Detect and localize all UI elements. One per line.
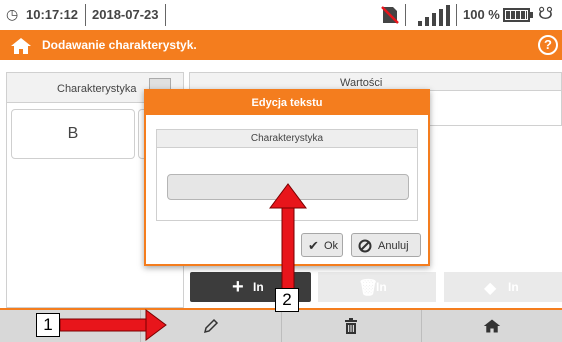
- title-bar: Dodawanie charakterystyk. ?: [0, 30, 562, 60]
- delete-in-button[interactable]: 🗑 In: [318, 272, 436, 302]
- values-title: Wartości: [340, 77, 383, 89]
- toolbar-delete-button[interactable]: [282, 310, 423, 342]
- clear-in-label: In: [508, 280, 519, 294]
- characteristic-item[interactable]: B: [11, 109, 135, 159]
- signal-icon: [418, 4, 450, 26]
- plug-icon: ☋: [538, 4, 554, 23]
- status-divider: [165, 4, 166, 26]
- status-divider: [456, 4, 457, 26]
- status-date: 2018-07-23: [92, 7, 159, 22]
- ok-button[interactable]: ✔ Ok: [301, 233, 343, 257]
- annotation-step-1: 1: [36, 313, 60, 337]
- cancel-icon: [358, 239, 372, 253]
- check-icon: ✔: [308, 238, 319, 253]
- delete-in-label: In: [376, 280, 387, 294]
- no-sim-icon: [381, 6, 399, 24]
- status-bar: ◷ 10:17:12 2018-07-23 100 % ☋: [0, 0, 562, 30]
- annotation-step-2: 2: [275, 288, 299, 312]
- status-time: 10:17:12: [26, 7, 79, 22]
- cancel-button[interactable]: Anuluj: [351, 233, 421, 257]
- dialog-field-group: Charakterystyka: [156, 129, 418, 221]
- toolbar-edit-button[interactable]: [141, 310, 282, 342]
- delete-icon: [345, 318, 358, 334]
- add-in-label: In: [253, 280, 264, 294]
- edit-icon: [203, 318, 218, 334]
- status-divider: [85, 4, 86, 26]
- page-title: Dodawanie charakterystyk.: [42, 38, 197, 52]
- toolbar-home-button[interactable]: [422, 310, 562, 342]
- clock-icon: ◷: [6, 6, 19, 22]
- toolbar-add-button[interactable]: +: [0, 310, 141, 342]
- dialog-field-label: Charakterystyka: [157, 130, 417, 148]
- characteristic-input[interactable]: [167, 174, 409, 200]
- status-divider: [405, 4, 406, 26]
- dialog-title: Edycja tekstu: [146, 91, 428, 115]
- battery-level: 100 %: [463, 7, 500, 22]
- home-icon[interactable]: [10, 37, 32, 55]
- edit-text-dialog: Edycja tekstu Charakterystyka ✔ Ok Anulu…: [144, 89, 430, 266]
- add-icon: +: [64, 314, 76, 337]
- eraser-icon: ◆: [484, 280, 497, 297]
- cancel-label: Anuluj: [378, 240, 409, 252]
- ok-label: Ok: [324, 240, 339, 252]
- battery-icon: [503, 8, 533, 22]
- clear-in-button[interactable]: ◆ In: [444, 272, 562, 302]
- characteristic-list-title: Charakterystyka: [57, 83, 137, 95]
- home-icon: [483, 319, 501, 333]
- bottom-toolbar: +: [0, 308, 562, 342]
- plus-icon: +: [232, 276, 244, 298]
- help-icon[interactable]: ?: [538, 35, 558, 55]
